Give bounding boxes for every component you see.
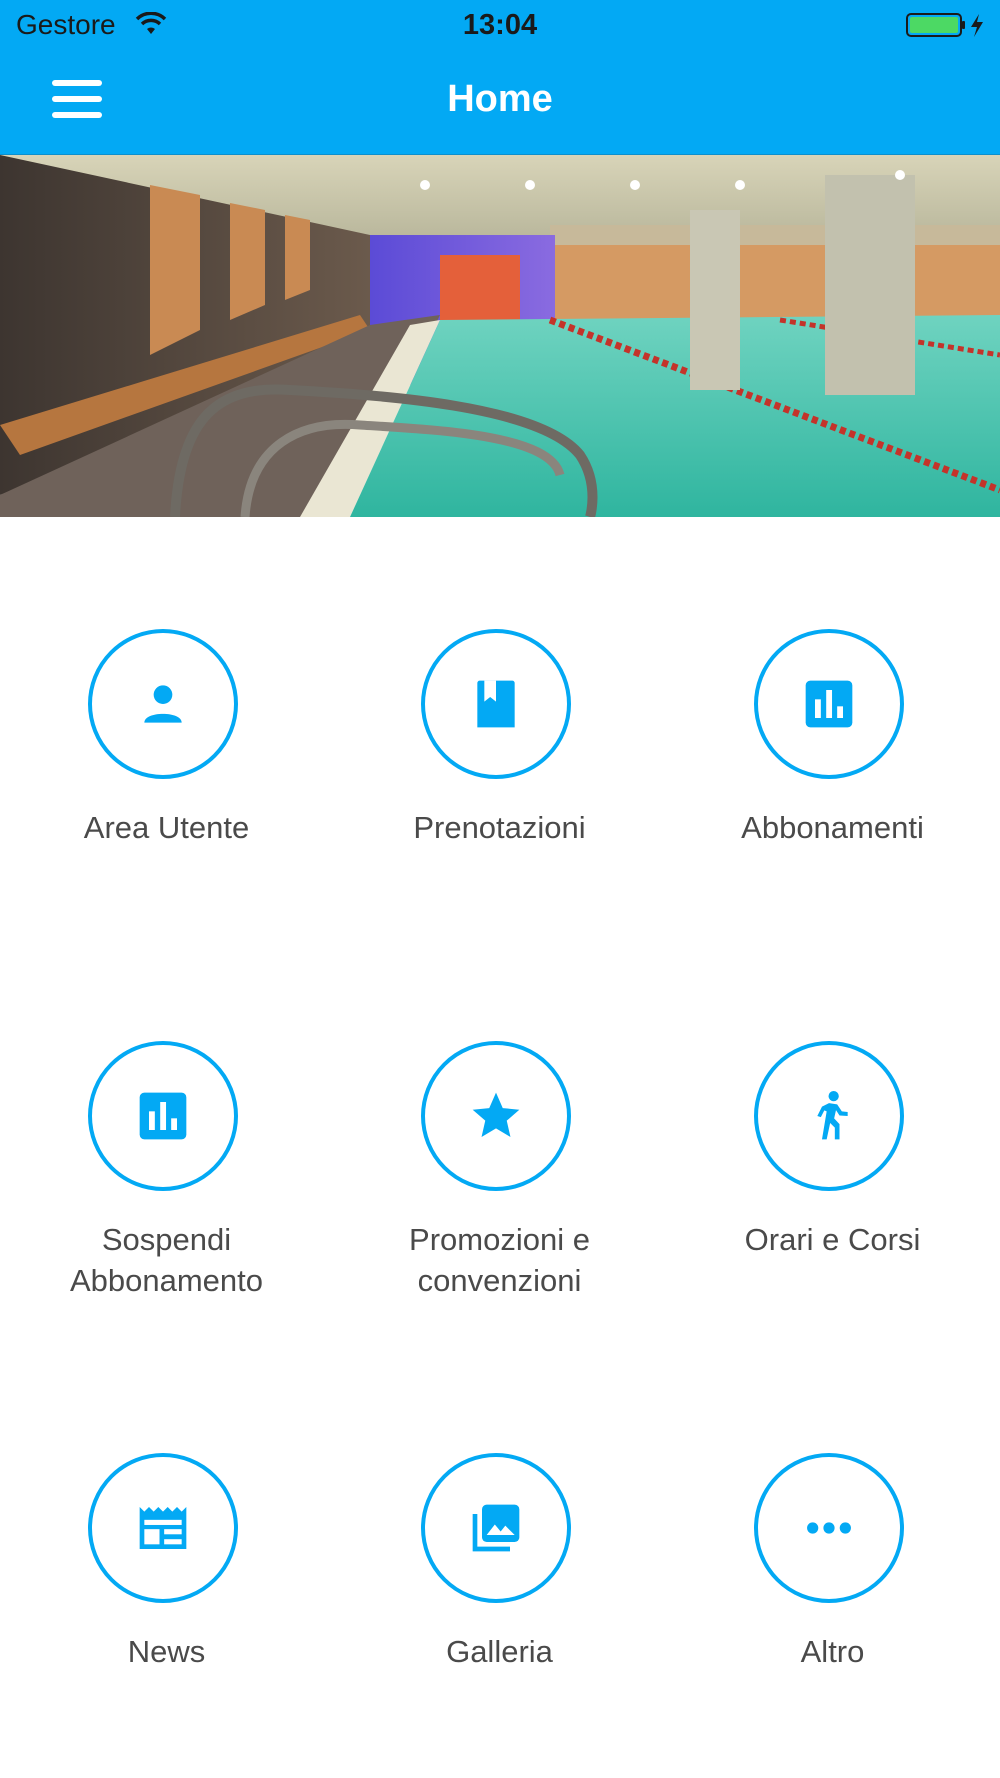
newspaper-icon	[139, 1507, 187, 1549]
status-bar: Gestore 13:04	[0, 0, 1000, 50]
tile-circle	[754, 1041, 904, 1191]
tile-label: Abbonamenti	[741, 810, 924, 845]
star-icon	[472, 1092, 520, 1137]
tile-label: Sospendi Abbonamento	[69, 1222, 264, 1298]
tile-circle	[421, 1041, 571, 1191]
tile-circle	[88, 1041, 238, 1191]
tile-circle	[421, 629, 571, 779]
more-horizontal-icon	[807, 1522, 851, 1534]
bookmark-book-icon	[477, 680, 515, 728]
tile-circle	[421, 1453, 571, 1603]
tile-label: Area Utente	[83, 810, 250, 845]
hero-pool-image	[0, 155, 1000, 517]
battery-charging-icon	[906, 13, 983, 37]
bar-chart-icon	[139, 1092, 187, 1140]
tile-label: Altro	[800, 1634, 865, 1669]
tile-label: Promozioni e convenzioni	[409, 1222, 590, 1298]
tile-circle	[88, 629, 238, 779]
navigation-bar: Home	[0, 50, 1000, 155]
tile-label: News	[127, 1634, 206, 1669]
tile-circle	[754, 629, 904, 779]
tile-circle	[754, 1453, 904, 1603]
photo-library-icon	[472, 1504, 520, 1552]
page-title: Home	[447, 78, 553, 120]
tile-label: Galleria	[446, 1634, 553, 1669]
person-icon	[144, 685, 182, 723]
bar-chart-icon	[805, 680, 853, 728]
status-time: 13:04	[462, 9, 538, 41]
tile-label: Orari e Corsi	[744, 1222, 921, 1257]
home-menu-grid: Area Utente Prenotazioni Abbonamenti Sos…	[0, 517, 1000, 1778]
tile-circle	[88, 1453, 238, 1603]
walking-person-icon	[817, 1091, 848, 1140]
tile-label: Prenotazioni	[413, 810, 586, 845]
